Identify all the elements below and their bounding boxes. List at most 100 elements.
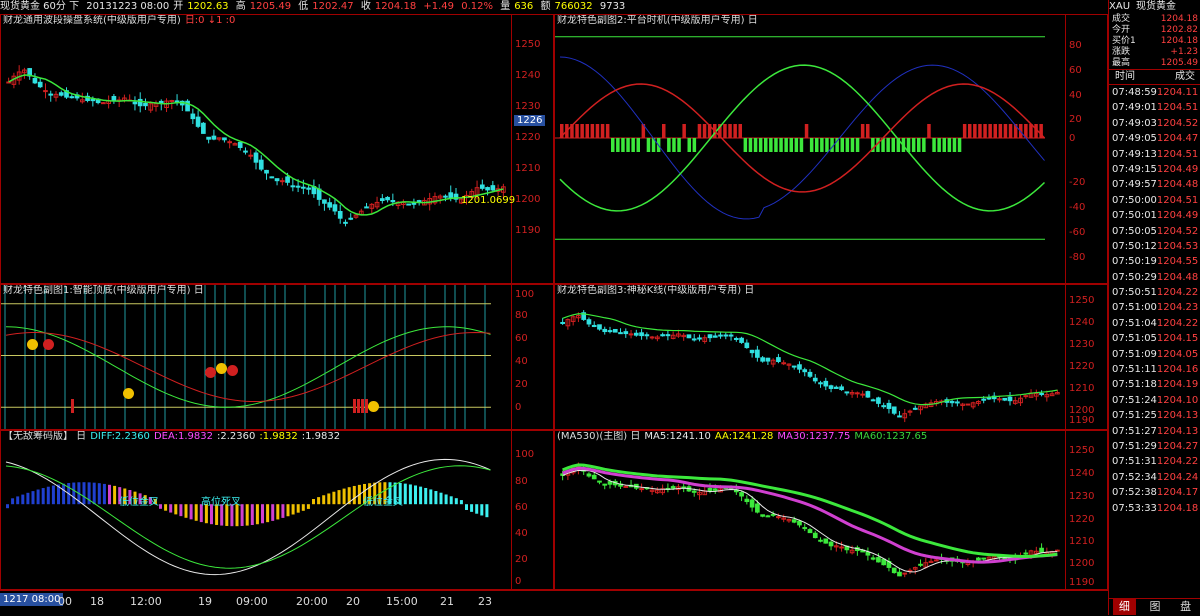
candle-body	[101, 102, 106, 105]
tick-row[interactable]: 07:51:00 1204.23	[1109, 300, 1200, 315]
signal-bar	[799, 138, 804, 152]
candle-body	[707, 334, 713, 339]
ma-candles[interactable]	[555, 431, 1065, 589]
signal-bar	[804, 124, 809, 138]
tick-row[interactable]: 07:50:19 1204.55	[1109, 254, 1200, 269]
tick-row[interactable]: 07:51:05 1204.15	[1109, 331, 1200, 346]
candle-body	[791, 365, 797, 368]
tick-row[interactable]: 07:49:57 1204.48	[1109, 177, 1200, 192]
candle-body	[770, 513, 776, 516]
histogram-bar	[459, 500, 463, 505]
tick-time: 07:49:13	[1112, 148, 1157, 160]
tick-time: 07:50:19	[1112, 256, 1157, 268]
tick-row[interactable]: 07:51:09 1204.05	[1109, 347, 1200, 362]
tick-row[interactable]: 07:51:31 1204.22	[1109, 454, 1200, 469]
tick-row[interactable]: 07:51:27 1204.13	[1109, 424, 1200, 439]
histogram-bar	[465, 504, 468, 510]
candle-body	[32, 77, 38, 84]
tick-time: 07:50:29	[1112, 271, 1157, 283]
tick-row[interactable]: 07:50:05 1204.52	[1109, 224, 1200, 239]
tick-row[interactable]: 07:49:15 1204.49	[1109, 162, 1200, 177]
signal-bar	[922, 138, 926, 152]
candle-body	[639, 488, 644, 491]
tick-row[interactable]: 07:51:24 1204.10	[1109, 393, 1200, 408]
tick-row[interactable]: 07:51:04 1204.22	[1109, 316, 1200, 331]
tick: 1250	[1069, 295, 1095, 306]
histogram-bar	[449, 496, 453, 505]
main-candles[interactable]	[1, 15, 511, 283]
candle-body	[295, 185, 301, 188]
tick-row[interactable]: 07:49:05 1204.47	[1109, 131, 1200, 146]
tick-row[interactable]: 07:53:33 1204.18	[1109, 501, 1200, 516]
signal-bar	[697, 124, 702, 138]
smiley-marker-icon	[43, 339, 54, 350]
chips-macd-panel[interactable]: 【无敌筹码版】 日 DIFF:2.2360 DEA:1.9832:2.2360:1.…	[0, 430, 554, 590]
smiley-marker-icon	[27, 339, 38, 350]
signal-label: 低位金叉	[363, 497, 403, 508]
ma-chart-panel[interactable]: (MA530)(主图) 日 MA5:1241.10 AA:1241.28 MA30:1…	[554, 430, 1108, 590]
tick-row[interactable]: 07:51:11 1204.16	[1109, 362, 1200, 377]
tab-book[interactable]: 盘	[1174, 599, 1197, 615]
candle-body	[379, 198, 385, 202]
smart-top-bottom-axis: 100 80 60 40 20 0	[511, 285, 553, 429]
tick-row[interactable]: 07:51:25 1204.13	[1109, 408, 1200, 423]
tick: -80	[1069, 252, 1086, 263]
tick: 1220	[515, 132, 541, 143]
tick-row[interactable]: 07:48:59 1204.11	[1109, 85, 1200, 100]
smart-top-bottom-panel[interactable]: 财龙特色副图1:智能顶底(中级版用户专用) 日 100 80 60 40 20 …	[0, 284, 554, 430]
main-chart-panel[interactable]: 财龙通用波段操盘系统(中级版用户专用) 日:0 ↓1 :0 1250 1240 1…	[0, 14, 554, 284]
tick-row[interactable]: 07:49:03 1204.52	[1109, 116, 1200, 131]
candle-body	[332, 204, 338, 212]
mystery-kline-chart[interactable]	[555, 285, 1065, 429]
tick-row[interactable]: 07:50:01 1204.49	[1109, 208, 1200, 223]
time-label: 15:00	[386, 595, 418, 608]
signal-bar	[682, 124, 686, 138]
tick-row[interactable]: 07:52:34 1204.24	[1109, 470, 1200, 485]
candle-body	[965, 403, 971, 406]
candle-body	[781, 362, 787, 365]
candle-body	[744, 342, 750, 349]
chips-macd-chart[interactable]	[1, 431, 511, 589]
histogram-bar	[92, 482, 96, 505]
tick-row[interactable]: 07:49:01 1204.51	[1109, 100, 1200, 115]
tick-row[interactable]: 07:50:12 1204.53	[1109, 239, 1200, 254]
tick-row[interactable]: 07:50:29 1204.48	[1109, 270, 1200, 285]
mystery-kline-panel[interactable]: 财龙特色副图3:神秘K线(中级版用户专用) 日 1250 1240 1230 1…	[554, 284, 1108, 430]
tab-chart[interactable]: 图	[1143, 599, 1166, 615]
signal-bar	[728, 124, 732, 138]
close-value: 1204.18	[374, 1, 417, 12]
main-chart-title: 财龙通用波段操盘系统(中级版用户专用) 日:0 ↓1 :0	[3, 15, 236, 26]
histogram-bar	[36, 489, 40, 505]
symbol-period[interactable]: 现货黄金 60分 下	[0, 1, 79, 12]
candle-body	[912, 407, 918, 410]
signal-bar	[886, 138, 890, 152]
signal-bar	[962, 124, 967, 138]
tick-list[interactable]: 07:48:59 1204.11 07:49:01 1204.51 07:49:03 12…	[1109, 85, 1200, 516]
histogram-bar	[281, 504, 285, 518]
histogram-bar	[108, 484, 111, 505]
tick-row[interactable]: 07:52:38 1204.17	[1109, 485, 1200, 500]
tick-row[interactable]: 07:50:51 1204.22	[1109, 285, 1200, 300]
histogram-bar	[322, 495, 326, 505]
histogram-bar	[271, 504, 275, 521]
smart-top-bottom-chart[interactable]	[1, 285, 511, 429]
candle-body	[823, 380, 829, 387]
tick-row[interactable]: 07:51:18 1204.19	[1109, 377, 1200, 392]
quote-summary: 成交 1204.18 今开 1202.82 买价1 1204.18 涨跌 +1.23 最…	[1109, 14, 1200, 69]
candle-body	[586, 473, 592, 477]
tick-row[interactable]: 07:51:29 1204.27	[1109, 439, 1200, 454]
signal-bar	[957, 138, 962, 152]
tab-detail[interactable]: 细	[1112, 599, 1136, 615]
candle-body	[591, 324, 597, 328]
bar-datetime: 20131223 08:00	[86, 1, 170, 12]
tick: -60	[1069, 227, 1086, 238]
histogram-bar	[414, 485, 417, 505]
candle-body	[712, 488, 718, 491]
tick-row[interactable]: 07:50:00 1204.51	[1109, 193, 1200, 208]
platform-timing-chart[interactable]	[555, 15, 1065, 283]
tick: 1250	[1069, 445, 1095, 456]
tick-row[interactable]: 07:49:13 1204.51	[1109, 147, 1200, 162]
histogram-bar	[179, 504, 183, 517]
signal-bar	[687, 138, 691, 152]
platform-timing-panel[interactable]: 财龙特色副图2:平台时机(中级版用户专用) 日 80 60 40 20 0 -2…	[554, 14, 1108, 284]
